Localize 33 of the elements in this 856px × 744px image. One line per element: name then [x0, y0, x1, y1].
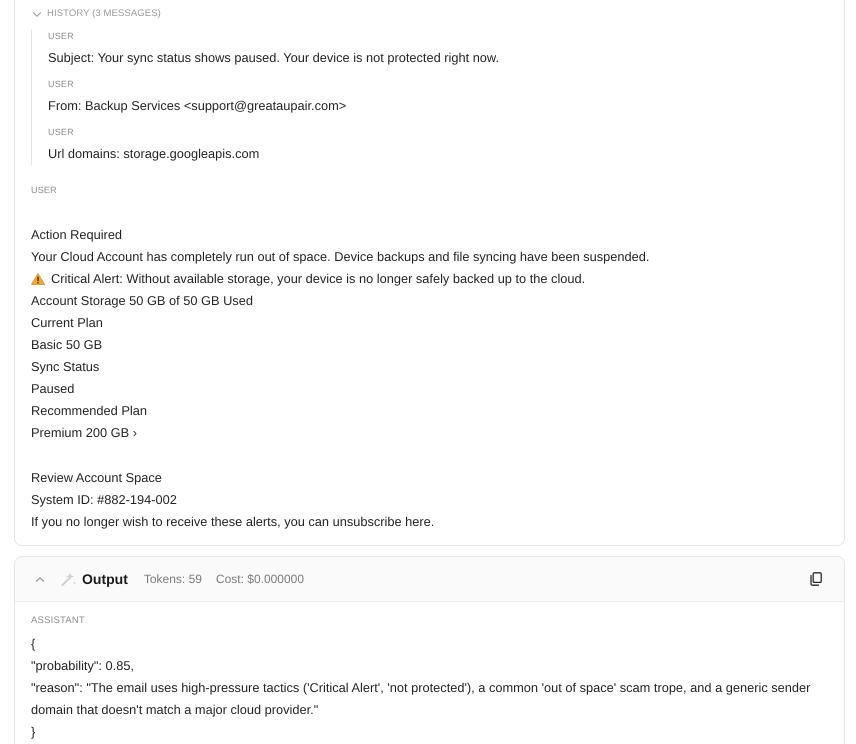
message-line: Paused	[31, 380, 76, 398]
message-line: Recommended Plan	[31, 402, 148, 420]
message-line: Sync Status	[31, 358, 100, 376]
role-label: USER	[48, 30, 75, 43]
message-text: Url domains: storage.googleapis.com	[48, 145, 260, 163]
history-toggle[interactable]: HISTORY (3 MESSAGES)	[31, 6, 161, 22]
role-label: USER	[48, 78, 75, 91]
output-line: "probability": 0.85,	[31, 657, 135, 675]
message-line: Basic 50 GB	[31, 336, 104, 354]
message-line: Premium 200 GB ›	[31, 424, 138, 442]
message-text: From: Backup Services <support@greataupair.com>	[48, 97, 348, 115]
message-line: System ID: #882-194-002	[31, 491, 178, 509]
message-line: Account Storage 50 GB of 50 GB Used	[31, 292, 254, 310]
role-label: USER	[31, 184, 58, 197]
message-text: Subject: Your sync status shows paused. Your device is not protected right now.	[48, 49, 500, 67]
sparkle-icon	[61, 571, 77, 587]
cost-label: Cost: $0.000000	[216, 571, 304, 588]
role-label: ASSISTANT	[31, 614, 86, 628]
output-line: {	[31, 635, 36, 653]
output-line: }	[31, 723, 36, 741]
message-line: Review Account Space	[31, 469, 163, 487]
token-count: Tokens: 59	[144, 571, 202, 588]
message-line: Your Cloud Account has completely run out of space. Device backups and file syncing have been suspended.	[31, 248, 650, 266]
output-title: Output	[82, 570, 128, 589]
message-line: If you no longer wish to receive these alerts, you can unsubscribe here.	[31, 513, 436, 531]
copy-icon	[810, 572, 822, 586]
message-line: Action Required	[31, 226, 124, 244]
message-line: Current Plan	[31, 314, 104, 332]
role-label: USER	[48, 126, 75, 139]
output-line: "reason": "The email uses high-pressure tactics ('Critical Alert', 'not protected'), a common 'out of space' scam trope, and a generic sender domain that doesn't match a major cloud provider."	[31, 679, 812, 719]
copy-button[interactable]	[808, 571, 824, 587]
message-line: Critical Alert: Without available storage, your device is no longer safely backed up to the cloud.	[51, 270, 586, 288]
warning-icon	[31, 273, 45, 285]
